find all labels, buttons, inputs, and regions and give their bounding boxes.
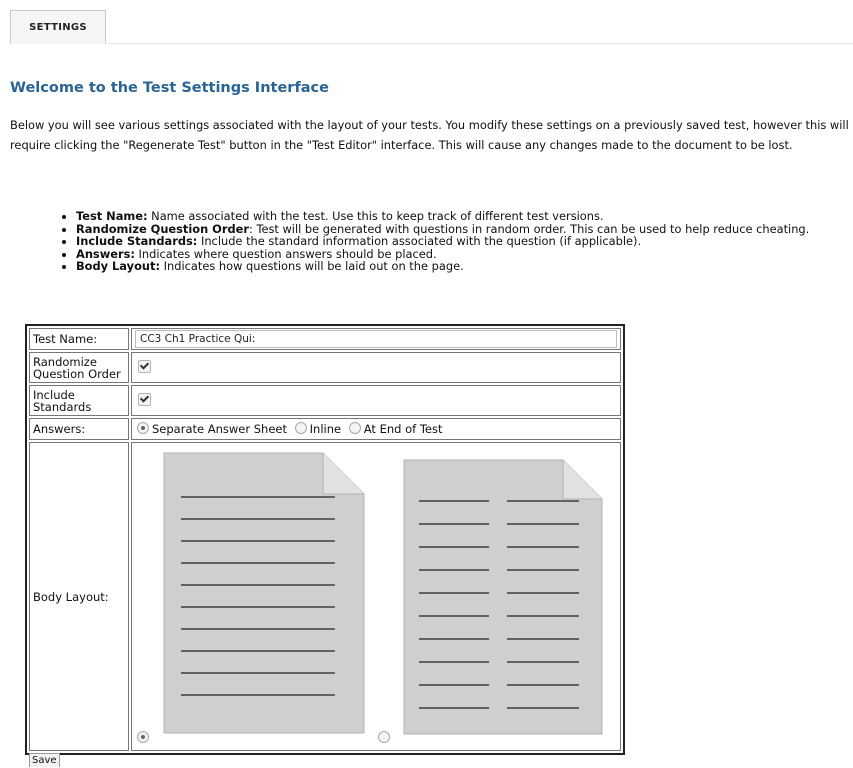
standards-checkbox[interactable] xyxy=(138,392,151,406)
standards-row: Include Standards xyxy=(29,385,621,416)
single-column-layout-icon[interactable] xyxy=(163,452,365,734)
standards-label: Include Standards xyxy=(29,385,129,416)
layout-two-column-radio[interactable] xyxy=(378,731,390,743)
tab-settings[interactable]: SETTINGS xyxy=(10,10,106,44)
randomize-cell xyxy=(131,352,621,383)
answers-cell: Separate Answer Sheet Inline At End of T… xyxy=(131,418,621,440)
answers-separate-radio[interactable] xyxy=(137,422,149,434)
tab-bar-divider xyxy=(108,43,853,44)
body-layout-label: Body Layout: xyxy=(29,442,129,751)
randomize-row: Randomize Question Order xyxy=(29,352,621,383)
answers-label: Answers: xyxy=(29,418,129,440)
tab-bar: SETTINGS xyxy=(0,0,853,44)
settings-table: Test Name: CC3 Ch1 Practice Qui: Randomi… xyxy=(25,324,625,755)
body-layout-row: Body Layout: xyxy=(29,442,621,751)
randomize-checkbox[interactable] xyxy=(138,359,151,373)
feature-term: Body Layout: xyxy=(76,259,161,274)
save-button[interactable]: Save xyxy=(29,753,60,767)
test-name-input[interactable]: CC3 Ch1 Practice Qui: xyxy=(135,330,617,348)
answers-row: Answers: Separate Answer Sheet Inline At… xyxy=(29,418,621,440)
two-column-layout-icon[interactable] xyxy=(403,459,603,735)
intro-paragraph: Below you will see various settings asso… xyxy=(10,118,849,152)
answers-inline-radio[interactable] xyxy=(294,422,307,434)
answers-separate-label: Separate Answer Sheet xyxy=(152,422,287,436)
answers-end-label: At End of Test xyxy=(363,422,443,436)
test-name-cell: CC3 Ch1 Practice Qui: xyxy=(131,328,621,350)
answers-inline-label: Inline xyxy=(309,422,342,436)
feature-desc: Indicates how questions will be laid out… xyxy=(160,259,464,274)
test-name-row: Test Name: CC3 Ch1 Practice Qui: xyxy=(29,328,621,350)
list-item: Body Layout: Indicates how questions wil… xyxy=(76,260,853,273)
answers-end-radio[interactable] xyxy=(348,422,361,434)
test-name-label: Test Name: xyxy=(29,328,129,350)
body-layout-cell xyxy=(131,442,621,751)
layout-single-radio[interactable] xyxy=(137,731,149,743)
feature-list: Test Name: Name associated with the test… xyxy=(62,210,853,273)
randomize-label: Randomize Question Order xyxy=(29,352,129,383)
page-title: Welcome to the Test Settings Interface xyxy=(10,80,329,96)
standards-cell xyxy=(131,385,621,416)
